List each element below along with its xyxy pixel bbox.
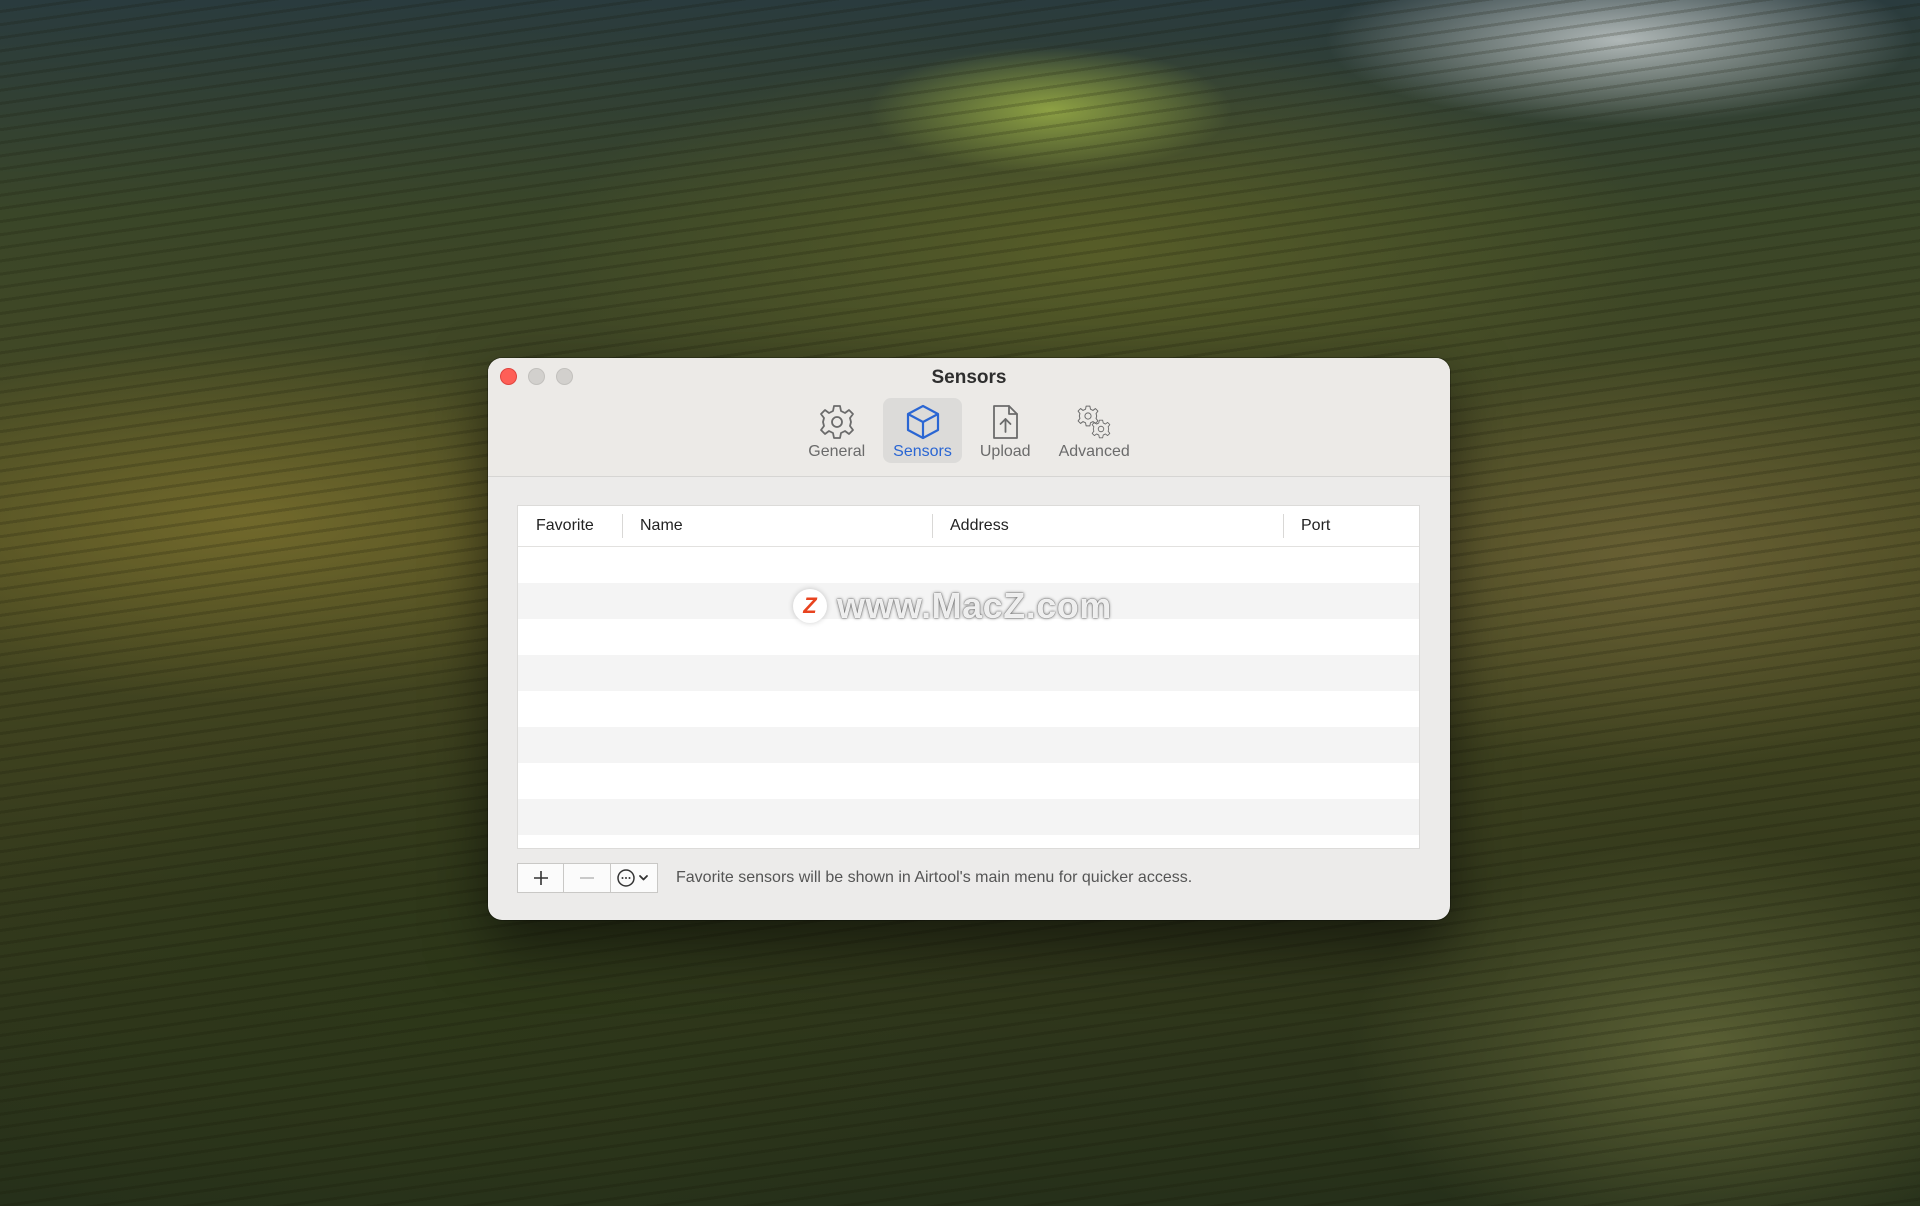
table-header: Favorite Name Address Port bbox=[518, 506, 1419, 547]
column-header-address[interactable]: Address bbox=[932, 514, 1283, 538]
table-row bbox=[518, 655, 1419, 691]
table-row bbox=[518, 835, 1419, 848]
upload-document-icon bbox=[993, 405, 1019, 439]
column-header-name[interactable]: Name bbox=[622, 514, 932, 538]
ellipsis-circle-icon bbox=[617, 869, 648, 887]
gear-icon bbox=[819, 405, 854, 439]
sensor-actions-menu-button[interactable] bbox=[611, 863, 658, 893]
tab-sensors-label: Sensors bbox=[893, 443, 952, 460]
table-body bbox=[518, 547, 1419, 848]
tab-general-label: General bbox=[808, 443, 866, 460]
sensors-pane: Favorite Name Address Port Favorite sens… bbox=[517, 505, 1420, 893]
add-remove-controls bbox=[517, 863, 658, 893]
window-title: Sensors bbox=[931, 367, 1007, 388]
add-sensor-button[interactable] bbox=[517, 863, 564, 893]
minus-icon bbox=[580, 877, 594, 879]
title-bar: Sensors General Sensors Upload Advanced bbox=[488, 358, 1450, 477]
sensors-table[interactable]: Favorite Name Address Port bbox=[517, 505, 1420, 849]
column-header-port[interactable]: Port bbox=[1283, 514, 1419, 538]
table-row bbox=[518, 619, 1419, 655]
tab-sensors[interactable]: Sensors bbox=[883, 398, 962, 463]
remove-sensor-button[interactable] bbox=[564, 863, 611, 893]
tab-advanced[interactable]: Advanced bbox=[1049, 398, 1140, 463]
favorites-hint-text: Favorite sensors will be shown in Airtoo… bbox=[676, 869, 1193, 886]
table-row bbox=[518, 763, 1419, 799]
plus-icon bbox=[533, 871, 548, 885]
table-row bbox=[518, 691, 1419, 727]
table-row bbox=[518, 727, 1419, 763]
tab-upload-label: Upload bbox=[979, 443, 1031, 460]
table-row bbox=[518, 547, 1419, 583]
sensors-preferences-window: Sensors General Sensors Upload Advanced … bbox=[488, 358, 1450, 920]
table-row bbox=[518, 583, 1419, 619]
column-header-favorite[interactable]: Favorite bbox=[518, 517, 622, 535]
table-footer: Favorite sensors will be shown in Airtoo… bbox=[517, 863, 1420, 893]
cube-icon bbox=[906, 404, 939, 440]
tab-general[interactable]: General bbox=[798, 398, 875, 463]
tab-advanced-label: Advanced bbox=[1058, 443, 1130, 460]
tab-upload[interactable]: Upload bbox=[970, 398, 1041, 463]
gears-icon bbox=[1077, 405, 1111, 439]
preferences-toolbar: General Sensors Upload Advanced bbox=[488, 398, 1450, 463]
table-row bbox=[518, 799, 1419, 835]
